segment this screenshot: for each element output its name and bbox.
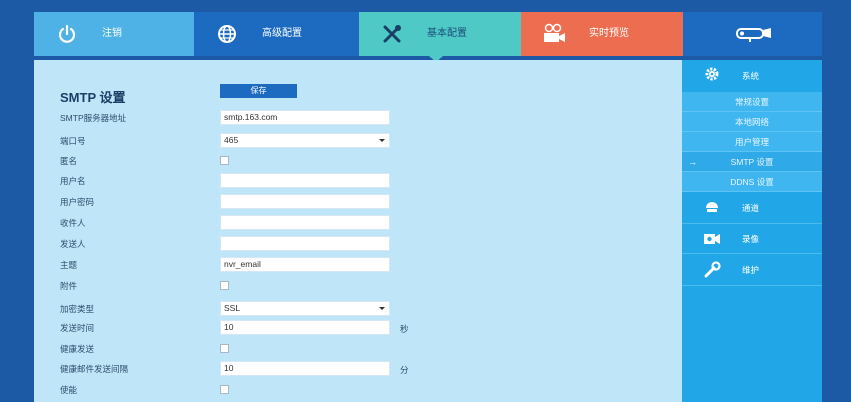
tab-basic-config-label: 基本配置	[427, 28, 467, 39]
anonymous-checkbox[interactable]	[220, 156, 229, 165]
row-attachment: 附件	[34, 277, 682, 295]
smtp-settings-panel: SMTP 设置 保存 SMTP服务器地址 smtp.163.com 端口号 46…	[34, 60, 682, 402]
save-button[interactable]: 保存	[220, 84, 297, 98]
row-health-send: 健康发送	[34, 340, 682, 358]
tab-advanced-config[interactable]: 高级配置	[194, 12, 359, 56]
username-label: 用户名	[60, 176, 86, 186]
row-sender: 发送人	[34, 235, 682, 253]
port-select-value: 465	[224, 135, 239, 145]
globe-icon	[212, 20, 242, 48]
row-anonymous: 匿名	[34, 152, 682, 170]
sidebar-section-record-label: 录像	[742, 234, 760, 244]
encryption-select[interactable]: SSL	[220, 301, 390, 316]
row-username: 用户名	[34, 172, 682, 190]
sidebar-section-system-label: 系统	[742, 71, 760, 81]
smtp-server-input[interactable]: smtp.163.com	[220, 110, 390, 125]
record-camera-icon	[702, 231, 722, 247]
enable-checkbox[interactable]	[220, 385, 229, 394]
sidebar-section-system[interactable]: 系统	[682, 60, 822, 92]
sidebar-item-local-network[interactable]: 本地网络	[682, 112, 822, 132]
tab-logout[interactable]: 注销	[34, 12, 194, 56]
sender-label: 发送人	[60, 239, 86, 249]
subject-label: 主题	[60, 260, 78, 270]
chevron-down-icon	[379, 307, 385, 310]
attachment-label: 附件	[60, 281, 78, 291]
chevron-down-icon	[379, 139, 385, 142]
sender-input[interactable]	[220, 236, 390, 251]
video-camera-icon	[539, 20, 569, 48]
health-interval-unit: 分	[400, 365, 409, 375]
row-encryption: 加密类型 SSL	[34, 300, 682, 318]
sidebar-item-smtp-label: SMTP 设置	[730, 157, 774, 167]
row-recipient: 收件人	[34, 214, 682, 232]
encryption-select-value: SSL	[224, 303, 241, 313]
port-select[interactable]: 465	[220, 133, 390, 148]
attachment-checkbox[interactable]	[220, 281, 229, 290]
subject-input[interactable]: nvr_email	[220, 257, 390, 272]
tab-live-preview[interactable]: 实时预览	[521, 12, 683, 56]
send-time-label: 发送时间	[60, 323, 95, 333]
sidebar-item-ddns[interactable]: DDNS 设置	[682, 172, 822, 192]
enable-label: 使能	[60, 385, 78, 395]
encryption-label: 加密类型	[60, 304, 95, 314]
health-send-label: 健康发送	[60, 344, 95, 354]
power-icon	[52, 20, 82, 48]
username-input[interactable]	[220, 173, 390, 188]
password-label: 用户密码	[60, 197, 95, 207]
wrench-icon	[702, 261, 722, 278]
row-port: 端口号 465	[34, 132, 682, 150]
sidebar-item-smtp[interactable]: → SMTP 设置	[682, 152, 822, 172]
dome-camera-icon	[702, 200, 722, 216]
sidebar-item-user-management[interactable]: 用户管理	[682, 132, 822, 152]
top-navigation: 注销 高级配置 基本配置 实时预览	[34, 12, 822, 62]
health-interval-input[interactable]: 10	[220, 361, 390, 376]
arrow-right-icon: →	[688, 157, 697, 167]
tab-basic-config[interactable]: 基本配置	[359, 12, 521, 62]
row-health-interval: 健康邮件发送间隔 10 分	[34, 360, 682, 378]
row-enable: 使能	[34, 381, 682, 399]
send-time-unit: 秒	[400, 324, 409, 334]
security-camera-icon	[731, 20, 775, 48]
sidebar-section-maintenance[interactable]: 维护	[682, 254, 822, 286]
brand-logo	[683, 12, 822, 56]
health-interval-label: 健康邮件发送间隔	[60, 364, 129, 374]
row-subject: 主题 nvr_email	[34, 256, 682, 274]
sidebar-item-general[interactable]: 常规设置	[682, 92, 822, 112]
sidebar-section-channel[interactable]: 通道	[682, 192, 822, 224]
password-input[interactable]	[220, 194, 390, 209]
health-send-checkbox[interactable]	[220, 344, 229, 353]
anonymous-label: 匿名	[60, 156, 78, 166]
recipient-input[interactable]	[220, 215, 390, 230]
tab-advanced-config-label: 高级配置	[262, 28, 302, 39]
sidebar: 系统 常规设置 本地网络 用户管理 → SMTP 设置 DDNS 设置 通道 录…	[682, 60, 822, 402]
send-time-input[interactable]: 10	[220, 320, 390, 335]
port-label: 端口号	[60, 136, 86, 146]
sidebar-section-channel-label: 通道	[742, 203, 760, 213]
row-smtp-server: SMTP服务器地址 smtp.163.com	[34, 109, 682, 127]
tab-logout-label: 注销	[102, 28, 122, 39]
row-password: 用户密码	[34, 193, 682, 211]
recipient-label: 收件人	[60, 218, 86, 228]
tools-icon	[377, 20, 407, 48]
smtp-server-label: SMTP服务器地址	[60, 113, 127, 123]
sidebar-section-record[interactable]: 录像	[682, 224, 822, 254]
tab-live-preview-label: 实时预览	[589, 28, 629, 39]
sidebar-section-maintenance-label: 维护	[742, 265, 760, 275]
gear-icon	[702, 66, 722, 82]
row-send-time: 发送时间 10 秒	[34, 319, 682, 337]
page-title: SMTP 设置	[60, 90, 126, 105]
